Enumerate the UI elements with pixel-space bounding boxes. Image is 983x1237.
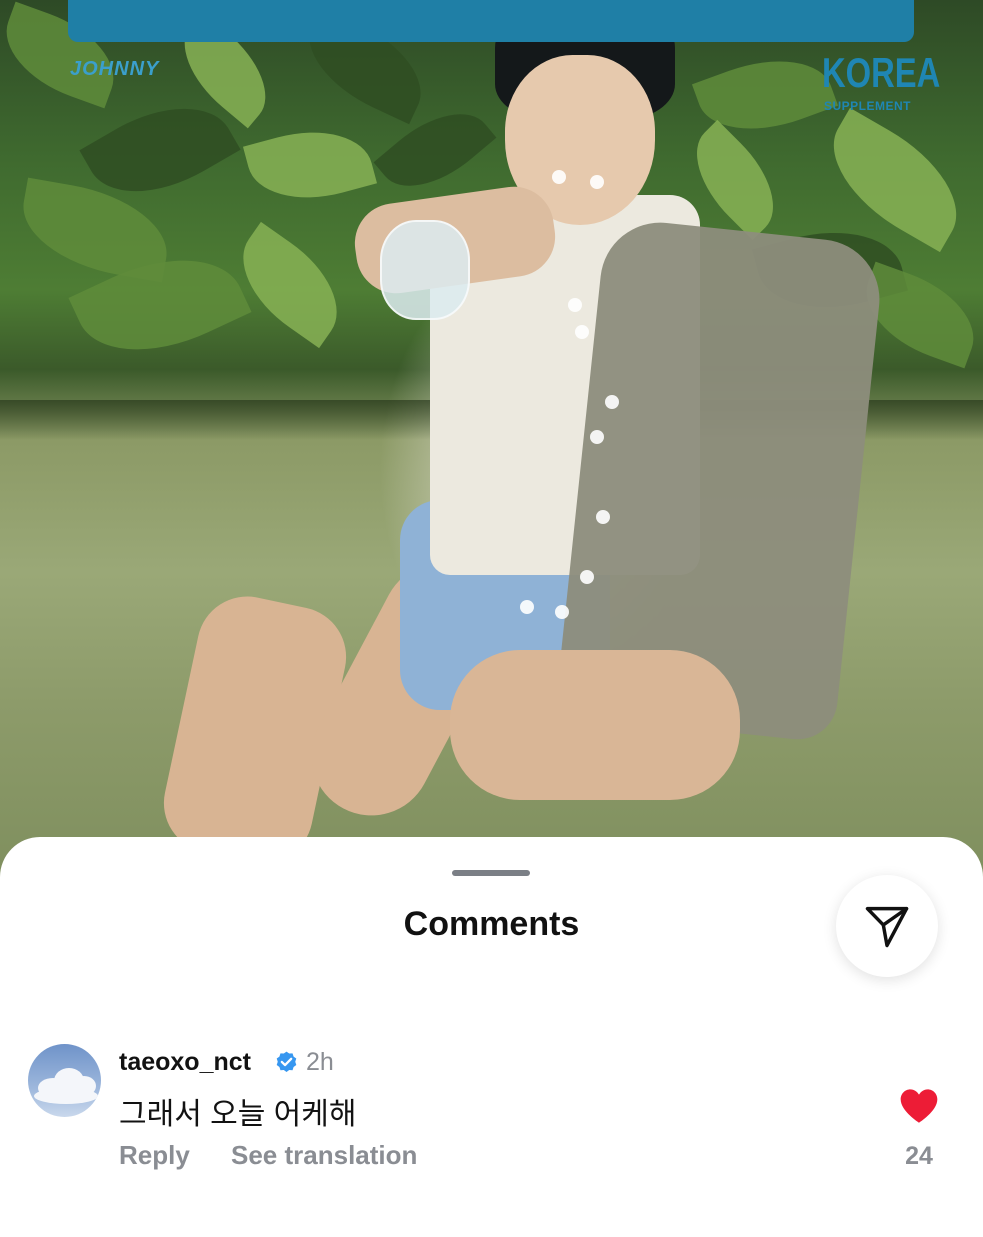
water-drop — [596, 510, 610, 524]
like-count: 24 — [905, 1142, 933, 1170]
water-drop — [590, 430, 604, 444]
water-drop — [575, 325, 589, 339]
water-drop — [552, 170, 566, 184]
avatar-cloud — [34, 1088, 98, 1104]
masthead-supplement: SUPPLEMENT — [824, 99, 912, 113]
see-translation-button[interactable]: See translation — [231, 1140, 417, 1171]
magazine-masthead — [68, 0, 914, 42]
drag-handle[interactable] — [452, 870, 530, 876]
comment-username[interactable]: taeoxo_nct — [119, 1048, 251, 1077]
masthead-korea: KOREA — [822, 49, 941, 96]
foliage — [220, 221, 360, 349]
verified-badge-icon — [276, 1051, 297, 1072]
masthead-name: JOHNNY — [70, 58, 160, 80]
water-drop — [605, 395, 619, 409]
comments-sheet: Comments taeoxo_nct 2h 그래서 오늘 어케해 Reply … — [0, 837, 983, 1237]
comment-item: taeoxo_nct 2h 그래서 오늘 어케해 Reply See trans… — [0, 1037, 983, 1197]
reply-button[interactable]: Reply — [119, 1140, 190, 1171]
water-drop — [568, 298, 582, 312]
foliage — [810, 107, 980, 253]
water-drop — [555, 605, 569, 619]
comment-time: 2h — [306, 1048, 334, 1076]
water-bottle — [380, 220, 470, 320]
water-drop — [580, 570, 594, 584]
avatar[interactable] — [28, 1044, 101, 1117]
share-button[interactable] — [836, 875, 938, 977]
person-leg — [450, 650, 740, 800]
water-drop — [590, 175, 604, 189]
comment-text: 그래서 오늘 어케해 — [119, 1098, 357, 1131]
water-drop — [520, 600, 534, 614]
foliage — [242, 115, 378, 215]
heart-icon[interactable] — [899, 1087, 939, 1125]
post-photo[interactable]: JOHNNY KOREA SUPPLEMENT — [0, 0, 983, 880]
paper-plane-icon — [865, 906, 909, 948]
